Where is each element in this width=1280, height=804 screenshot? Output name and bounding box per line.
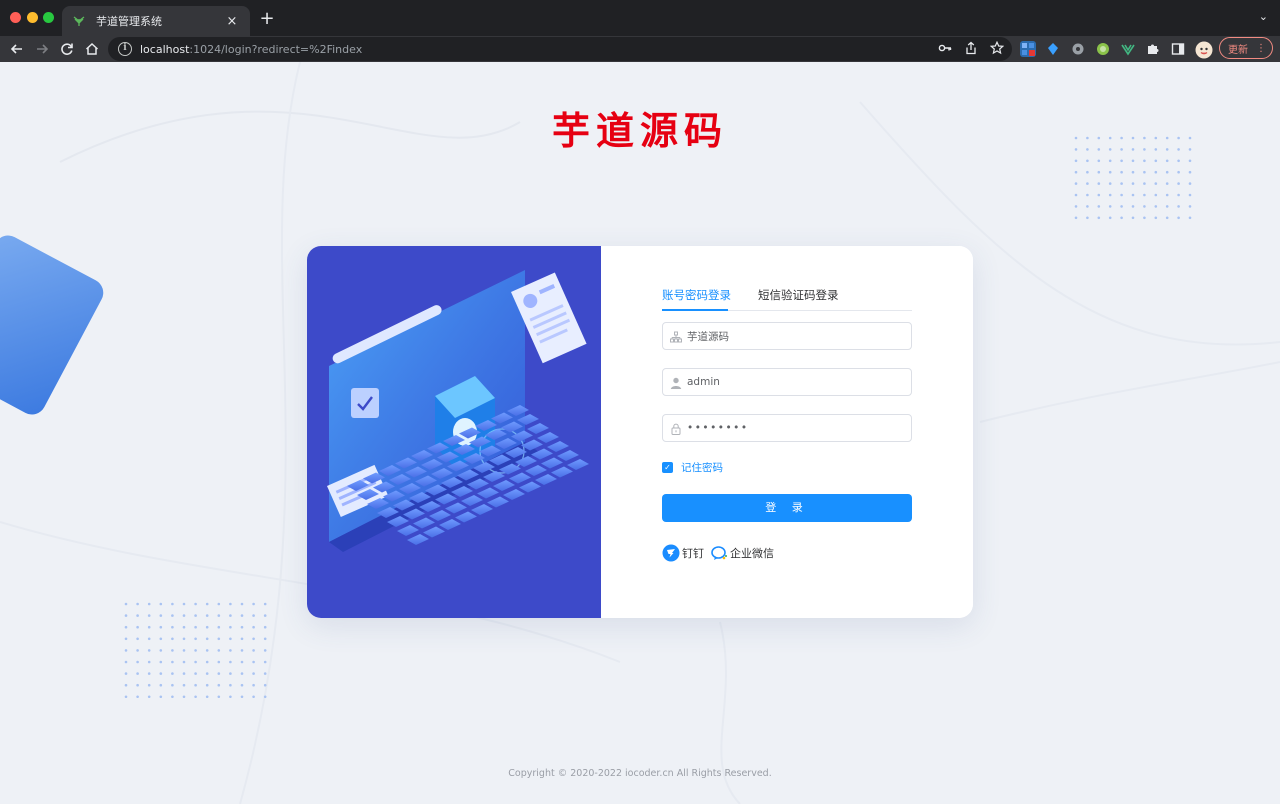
dingtalk-icon [662,544,680,562]
active-tab-indicator [662,309,728,311]
lock-icon [669,421,683,435]
maximize-window-button[interactable] [43,12,54,23]
browser-toolbar: i localhost:1024/login?redirect=%2Findex [0,36,1280,62]
dingtalk-login[interactable]: 钉钉 [662,544,704,562]
dingtalk-label: 钉钉 [682,547,704,560]
extension-diamond-icon[interactable] [1045,41,1061,57]
extension-gear-icon[interactable] [1070,41,1086,57]
password-input[interactable]: •••••••• [662,414,912,442]
address-bar[interactable]: i localhost:1024/login?redirect=%2Findex [108,37,1012,61]
extensions-puzzle-icon[interactable] [1145,41,1161,57]
tab-search-icon[interactable]: ⌄ [1259,10,1268,23]
tab-close-icon[interactable]: × [224,14,240,29]
remember-password-label: 记住密码 [681,462,723,474]
decorative-dots [124,602,267,698]
tenant-value: 芋道源码 [687,330,729,343]
browser-update-button[interactable]: 更新 ⋮ [1219,37,1273,59]
login-form: 账号密码登录 短信验证码登录 芋道源码 admin •••••••• ✓ 记住密… [601,246,973,618]
more-menu-icon[interactable]: ⋮ [1256,43,1266,54]
extension-circle-icon[interactable] [1095,41,1111,57]
browser-tab[interactable]: 芋道管理系统 × [62,6,250,36]
username-value: admin [687,376,720,388]
tab-sms-code[interactable]: 短信验证码登录 [758,287,839,303]
tenant-icon [669,329,683,343]
login-illustration [307,246,601,618]
profile-avatar-icon[interactable] [1195,41,1213,59]
share-icon[interactable] [964,41,978,58]
update-label: 更新 [1228,44,1248,56]
back-icon[interactable] [7,39,27,59]
remember-password-checkbox[interactable]: ✓ 记住密码 [662,460,723,475]
home-icon[interactable] [82,39,102,59]
login-tabs: 账号密码登录 短信验证码登录 [662,286,912,311]
password-value: •••••••• [687,422,749,434]
minimize-window-button[interactable] [27,12,38,23]
browser-titlebar: 芋道管理系统 × + ⌄ [0,0,1280,36]
brand-logo-text: 芋道源码 [551,109,728,153]
tab-title: 芋道管理系统 [96,15,162,28]
new-tab-button[interactable]: + [257,8,277,30]
username-input[interactable]: admin [662,368,912,396]
favicon-icon [72,14,86,28]
site-info-icon[interactable]: i [118,42,132,56]
key-icon[interactable] [938,41,952,58]
login-card: 账号密码登录 短信验证码登录 芋道源码 admin •••••••• ✓ 记住密… [307,246,973,618]
bookmark-star-icon[interactable] [989,40,1005,58]
copyright-text: Copyright © 2020-2022 iocoder.cn All Rig… [508,768,772,779]
tenant-input[interactable]: 芋道源码 [662,322,912,350]
wecom-login[interactable]: 企业微信 [710,544,774,562]
url-host: localhost [140,42,190,56]
login-page: 芋道源码 账号密码登录 短信验证码登录 芋道源码 admin •••••••• … [0,62,1280,804]
extension-grid-icon[interactable] [1020,41,1036,57]
side-panel-icon[interactable] [1170,41,1186,57]
tab-account-password[interactable]: 账号密码登录 [662,287,731,303]
close-window-button[interactable] [10,12,21,23]
forward-icon[interactable] [32,39,52,59]
wecom-label: 企业微信 [730,547,774,560]
checkbox-checked-icon[interactable]: ✓ [662,462,673,473]
reload-icon[interactable] [57,39,77,59]
login-button[interactable]: 登 录 [662,494,912,522]
user-icon [669,375,683,389]
extension-vue-icon[interactable] [1120,41,1136,57]
url-path: :1024/login?redirect=%2Findex [189,42,363,56]
social-login: 钉钉 企业微信 [662,544,774,562]
wecom-icon [710,544,728,562]
